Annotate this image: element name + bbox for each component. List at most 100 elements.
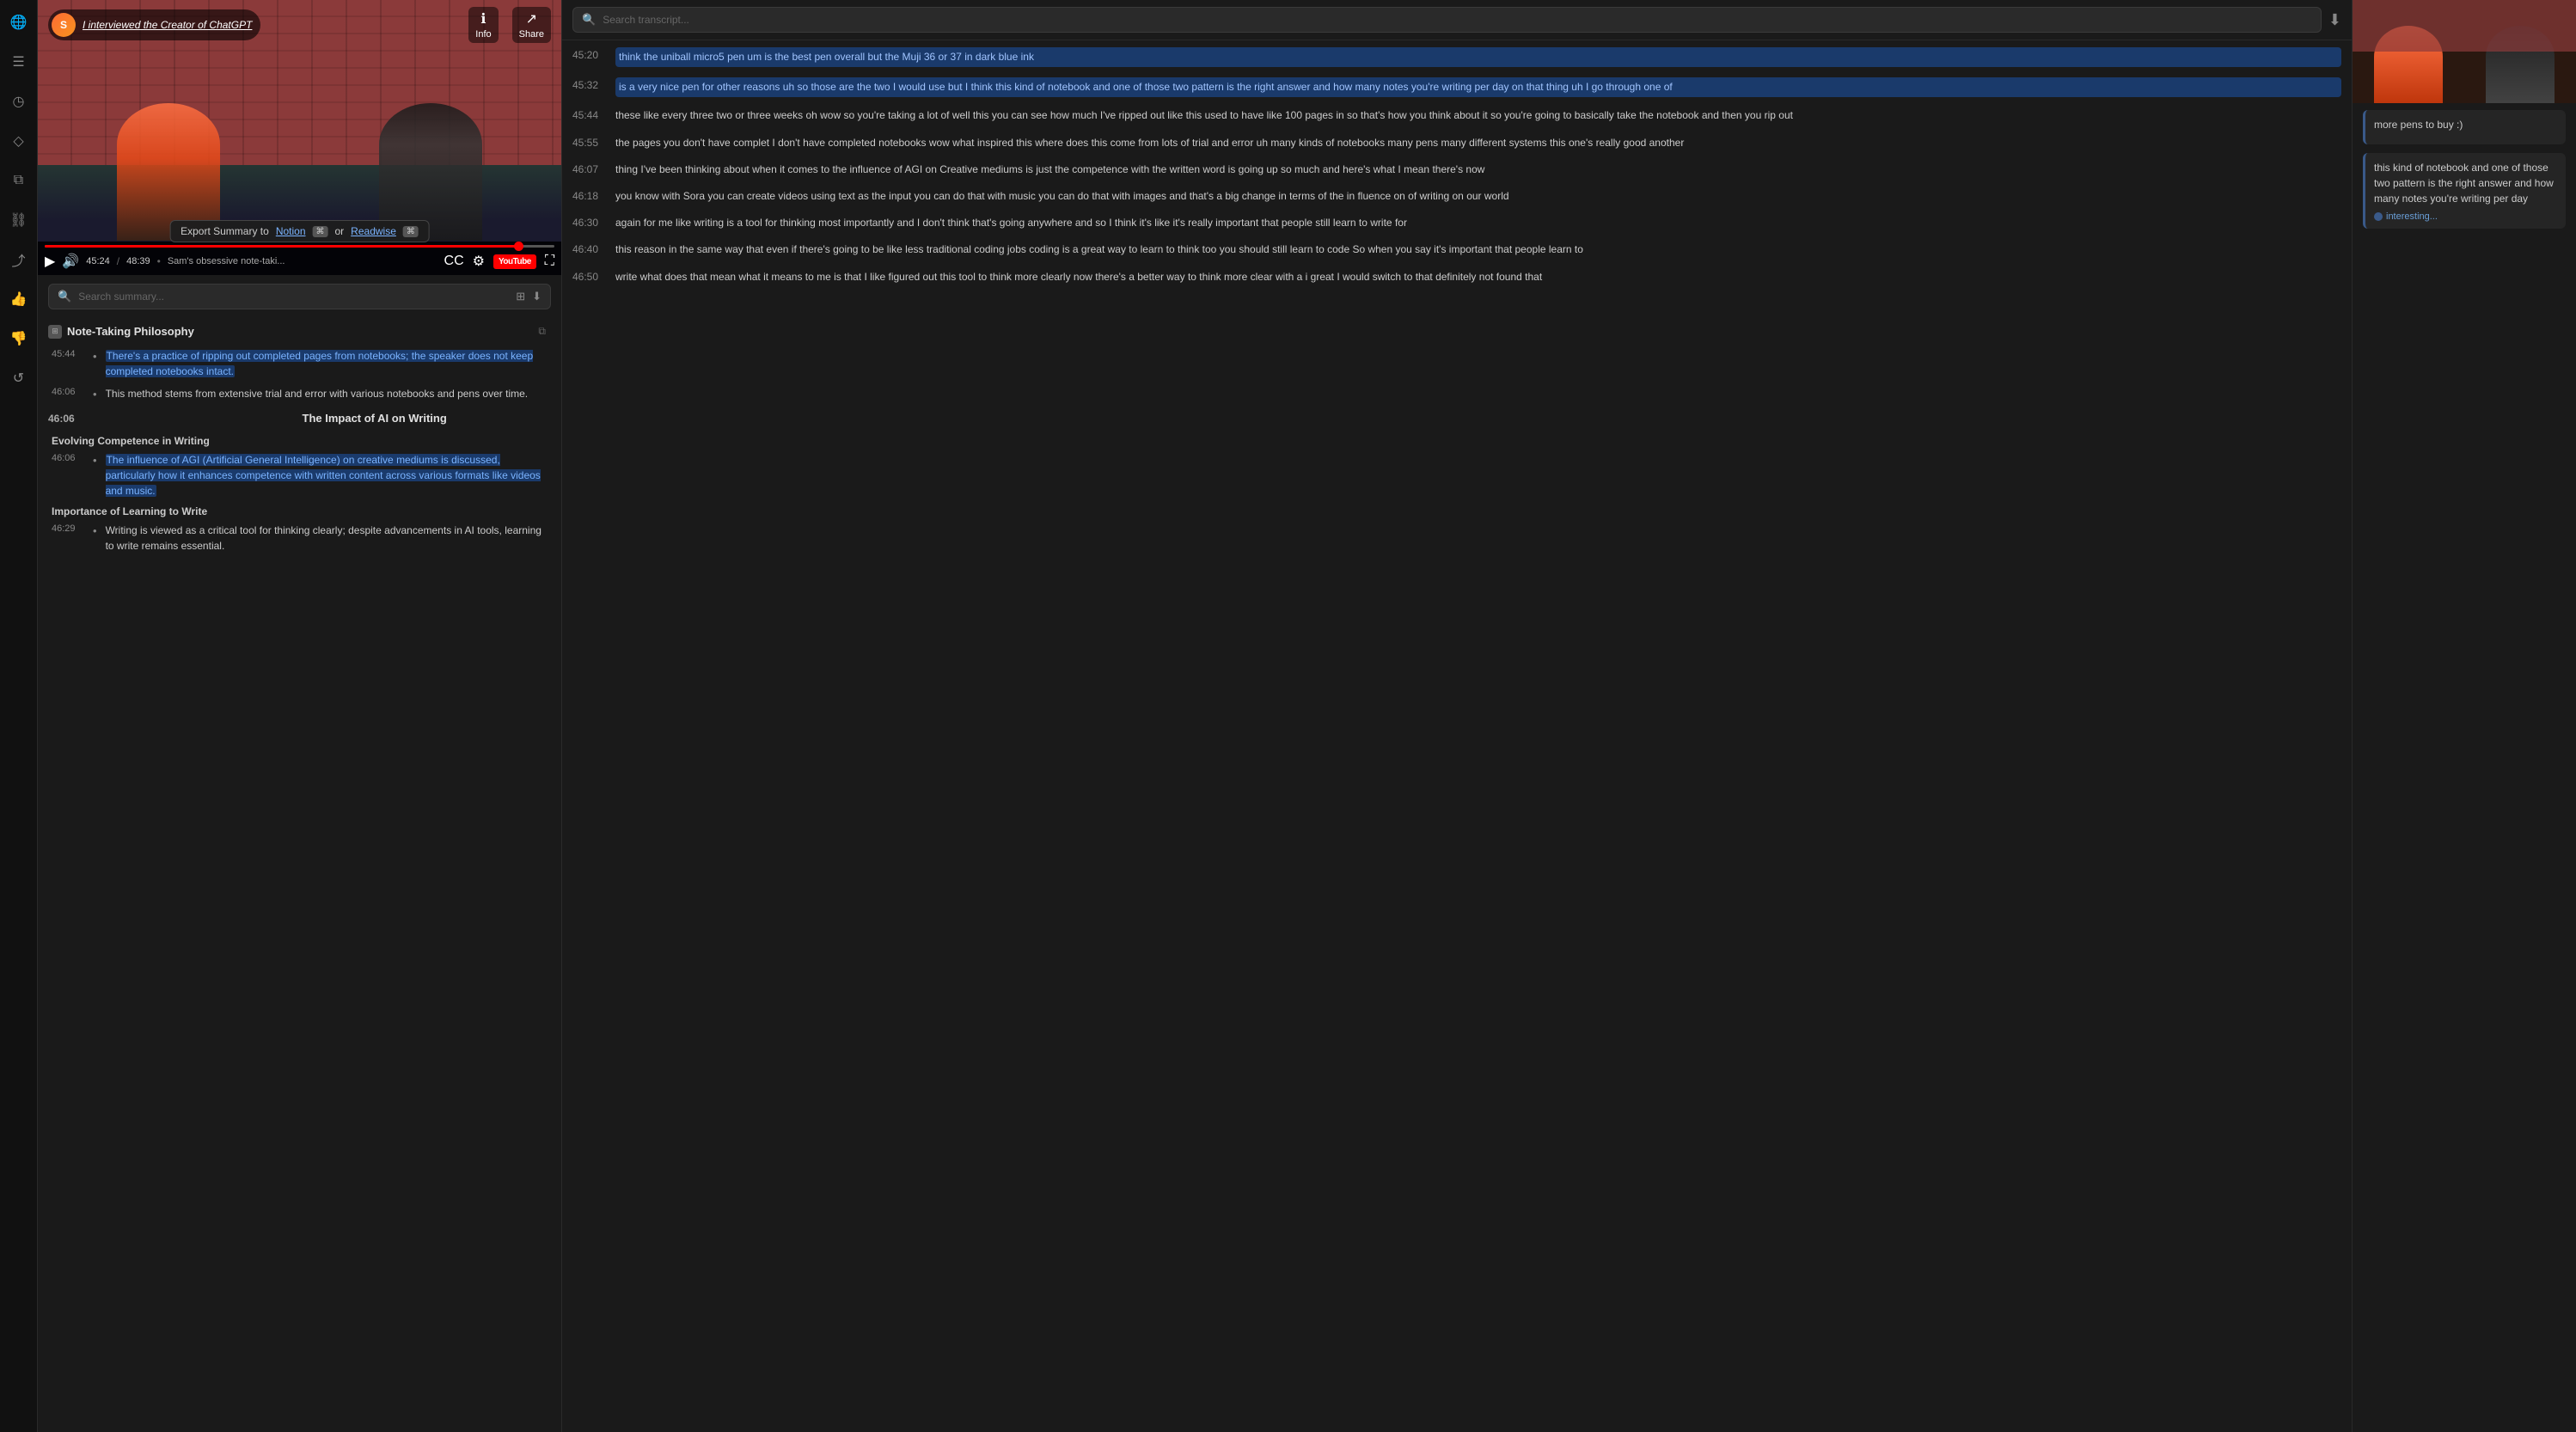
transcript-time[interactable]: 45:20 [572, 47, 605, 61]
section-title-ai-full: The Impact of AI on Writing [303, 412, 552, 425]
bullet-content: This method stems from extensive trial a… [106, 386, 529, 401]
annotation-tag-icon [2374, 212, 2383, 221]
transcript-entry: 46:18 you know with Sora you can create … [572, 188, 2341, 205]
youtube-logo: YouTube [493, 254, 536, 269]
video-title-bar: S I interviewed the Creator of ChatGPT [48, 9, 260, 40]
video-overlay-top: S I interviewed the Creator of ChatGPT ℹ… [38, 7, 561, 43]
progress-bar[interactable] [45, 245, 554, 248]
summary-toolbar: ⊞ ⬇ [516, 290, 542, 303]
transcript-text: you know with Sora you can create videos… [615, 188, 2341, 205]
transcript-search-bar[interactable]: 🔍 [572, 7, 2322, 33]
info-button[interactable]: ℹ Info [468, 7, 498, 43]
transcript-text: is a very nice pen for other reasons uh … [615, 77, 2341, 97]
transcript-time[interactable]: 46:50 [572, 269, 605, 283]
summary-section-ai: 46:06 The Impact of AI on Writing [48, 408, 551, 428]
video-player: S I interviewed the Creator of ChatGPT ℹ… [38, 0, 561, 275]
section-title-note: Note-Taking Philosophy [67, 325, 528, 338]
progress-fill [45, 245, 523, 248]
bullet-time: 46:06 [52, 386, 84, 401]
filter-icon[interactable]: ⊞ [516, 290, 525, 303]
share-label: Share [519, 29, 544, 40]
transcript-time[interactable]: 46:40 [572, 242, 605, 255]
transcript-text: thing I've been thinking about when it c… [615, 162, 2341, 178]
summary-search-input[interactable] [78, 291, 509, 303]
export-bar: Export Summary to Notion ⌘ or Readwise ⌘ [169, 220, 430, 242]
copy-icon[interactable]: ⧉ [7, 168, 31, 193]
bullet-content: Writing is viewed as a critical tool for… [106, 523, 551, 554]
bullet-item: 46:06 • The influence of AGI (Artificial… [48, 452, 551, 499]
summary-panel: 🔍 ⊞ ⬇ ⊞ Note-Taking Philosophy ⧉ 45:44 • [38, 275, 561, 1432]
left-panel: S I interviewed the Creator of ChatGPT ℹ… [38, 0, 562, 1432]
transcript-time[interactable]: 46:30 [572, 215, 605, 229]
volume-button[interactable]: 🔊 [62, 253, 79, 270]
video-description: Sam's obsessive note-taki... [168, 256, 285, 266]
globe-icon[interactable]: 🌐 [7, 10, 31, 34]
transcript-text: think the uniball micro5 pen um is the b… [615, 47, 2341, 67]
transcript-time[interactable]: 45:55 [572, 135, 605, 149]
thumbsdown-icon[interactable]: 👎 [7, 327, 31, 351]
transcript-entry: 45:32 is a very nice pen for other reaso… [572, 77, 2341, 97]
transcript-time[interactable]: 45:44 [572, 107, 605, 121]
info-icon: ℹ [480, 10, 486, 28]
captions-button[interactable]: CC [444, 254, 464, 269]
play-button[interactable]: ▶ [45, 253, 55, 270]
controls-row: ▶ 🔊 45:24 / 48:39 • Sam's obsessive note… [45, 253, 554, 270]
transcript-time[interactable]: 46:18 [572, 188, 605, 202]
transcript-text: the pages you don't have complet I don't… [615, 135, 2341, 151]
transcript-header: 🔍 ⬇ [562, 0, 2352, 40]
sidebar: 🌐 ☰ ◷ ◇ ⧉ ⛓ ⤴ 👍 👎 ↺ [0, 0, 38, 1432]
progress-dot [514, 242, 523, 251]
share-button[interactable]: ↗ Share [512, 7, 551, 43]
bullet-time: 46:29 [52, 523, 84, 554]
bullet-content: The influence of AGI (Artificial General… [106, 452, 551, 499]
copy-section-note[interactable]: ⧉ [533, 323, 551, 340]
share-icon[interactable]: ⤴ [7, 248, 31, 272]
bullet-item: 46:06 • This method stems from extensive… [48, 386, 551, 401]
highlight-1: There's a practice of ripping out comple… [106, 350, 534, 377]
bookmark-icon[interactable]: ◇ [7, 129, 31, 153]
highlight-2: The influence of AGI (Artificial General… [106, 454, 541, 497]
bullet-item: 46:29 • Writing is viewed as a critical … [48, 523, 551, 554]
settings-button[interactable]: ⚙ [473, 253, 485, 270]
clock-icon[interactable]: ◷ [7, 89, 31, 113]
transcript-time[interactable]: 45:32 [572, 77, 605, 91]
search-icon-transcript: 🔍 [582, 13, 596, 27]
transcript-entry: 46:07 thing I've been thinking about whe… [572, 162, 2341, 178]
summary-search-bar[interactable]: 🔍 ⊞ ⬇ [48, 284, 551, 309]
subsection-competence: Evolving Competence in Writing [48, 435, 551, 447]
transcript-search-input[interactable] [603, 14, 2312, 26]
transcript-entry: 45:44 these like every three two or thre… [572, 107, 2341, 124]
annotation-tag-label: interesting... [2386, 211, 2438, 222]
annotations-content: more pens to buy :) this kind of noteboo… [2353, 103, 2576, 1432]
thumbsup-icon[interactable]: 👍 [7, 287, 31, 311]
download-icon[interactable]: ⬇ [532, 290, 542, 303]
transcript-entry: 46:50 write what does that mean what it … [572, 269, 2341, 285]
export-readwise-link[interactable]: Readwise [351, 225, 396, 237]
fullscreen-button[interactable]: ⛶ [545, 254, 554, 269]
bullet-time: 45:44 [52, 348, 84, 379]
video-title: I interviewed the Creator of ChatGPT [83, 19, 252, 31]
list-icon[interactable]: ☰ [7, 50, 31, 74]
transcript-entry: 45:20 think the uniball micro5 pen um is… [572, 47, 2341, 67]
export-notion-link[interactable]: Notion [276, 225, 306, 237]
transcript-entry: 45:55 the pages you don't have complet I… [572, 135, 2341, 151]
transcript-text: this reason in the same way that even if… [615, 242, 2341, 258]
transcript-time[interactable]: 46:07 [572, 162, 605, 175]
annotations-panel: more pens to buy :) this kind of noteboo… [2353, 0, 2576, 1432]
search-icon-summary: 🔍 [58, 290, 71, 303]
section-header-note-taking: ⊞ Note-Taking Philosophy ⧉ [48, 320, 551, 343]
transcript-download-button[interactable]: ⬇ [2328, 11, 2341, 29]
transcript-content: 45:20 think the uniball micro5 pen um is… [562, 40, 2352, 1432]
channel-avatar: S [52, 13, 76, 37]
video-top-buttons: ℹ Info ↗ Share [468, 7, 551, 43]
subsection-writing: Importance of Learning to Write [48, 505, 551, 517]
export-or: or [335, 225, 345, 237]
bullet-content: There's a practice of ripping out comple… [106, 348, 551, 379]
annotation-tag-2: interesting... [2374, 211, 2557, 222]
link-icon[interactable]: ⛓ [7, 208, 31, 232]
video-people [38, 86, 561, 241]
layout-wrapper: S I interviewed the Creator of ChatGPT ℹ… [38, 0, 2576, 1432]
notion-kbd: ⌘ [313, 226, 328, 237]
transcript-panel: 🔍 ⬇ 45:20 think the uniball micro5 pen u… [562, 0, 2353, 1432]
refresh-icon[interactable]: ↺ [7, 366, 31, 390]
